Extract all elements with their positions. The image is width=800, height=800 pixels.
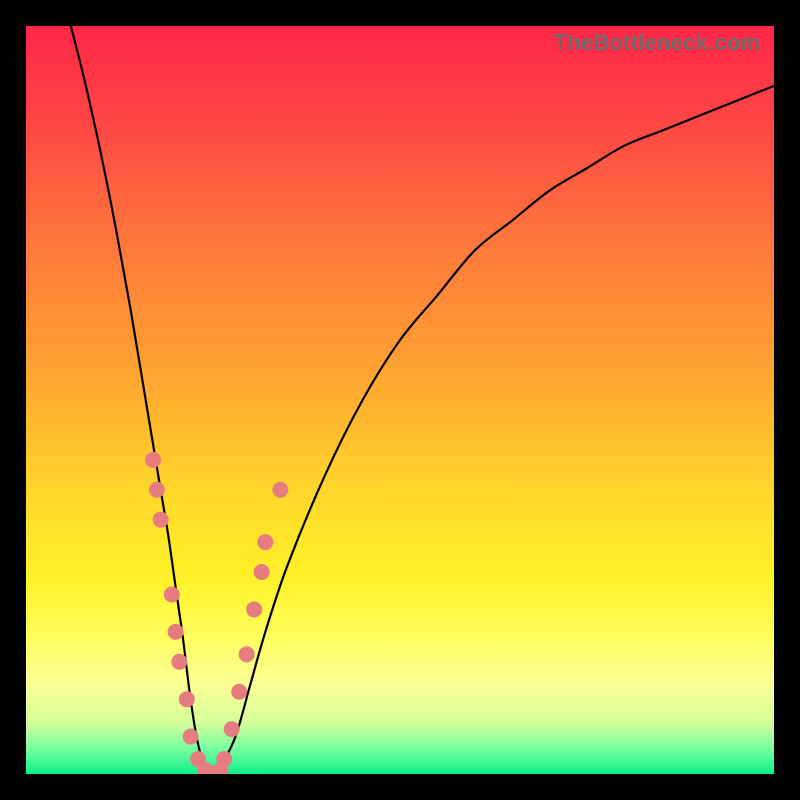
data-dot (153, 512, 168, 527)
data-dots (146, 452, 288, 774)
data-dot (179, 692, 194, 707)
data-dot (224, 722, 239, 737)
data-dot (273, 482, 288, 497)
data-dot (247, 602, 262, 617)
data-dot (258, 535, 273, 550)
watermark: TheBottleneck.com (554, 30, 760, 56)
data-dot (232, 684, 247, 699)
plot-area: TheBottleneck.com (26, 26, 774, 774)
chart-svg (26, 26, 774, 774)
data-dot (149, 482, 164, 497)
chart-frame: TheBottleneck.com (0, 0, 800, 800)
data-dot (183, 729, 198, 744)
data-dot (217, 752, 232, 767)
data-dot (254, 565, 269, 580)
data-dot (172, 654, 187, 669)
data-dot (164, 587, 179, 602)
data-dot (239, 647, 254, 662)
data-dot (146, 452, 161, 467)
data-dot (168, 624, 183, 639)
